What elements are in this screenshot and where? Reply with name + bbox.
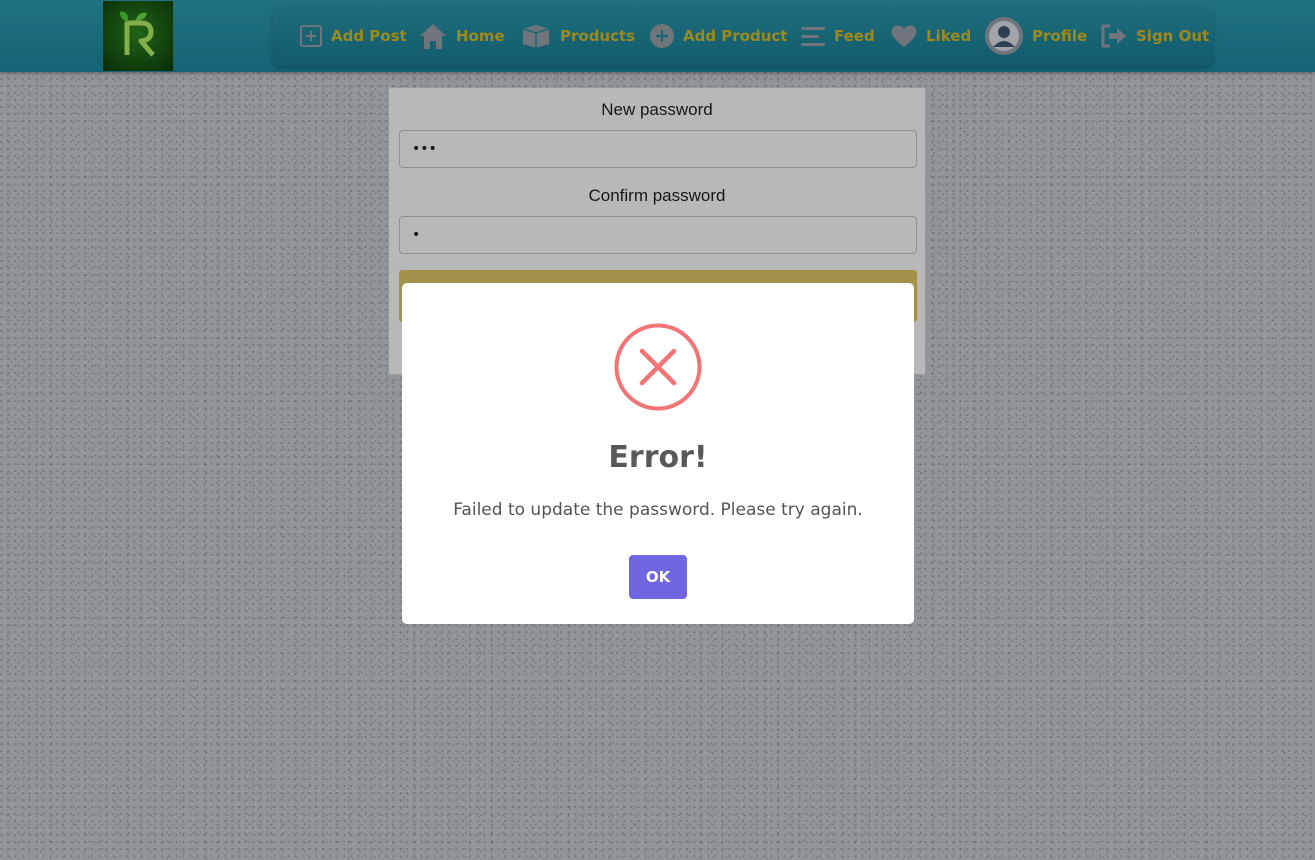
error-x-icon bbox=[614, 323, 702, 411]
error-title: Error! bbox=[608, 440, 708, 475]
ok-button[interactable]: OK bbox=[629, 555, 687, 599]
error-dialog: Error! Failed to update the password. Pl… bbox=[402, 283, 914, 624]
error-message: Failed to update the password. Please tr… bbox=[453, 500, 863, 520]
